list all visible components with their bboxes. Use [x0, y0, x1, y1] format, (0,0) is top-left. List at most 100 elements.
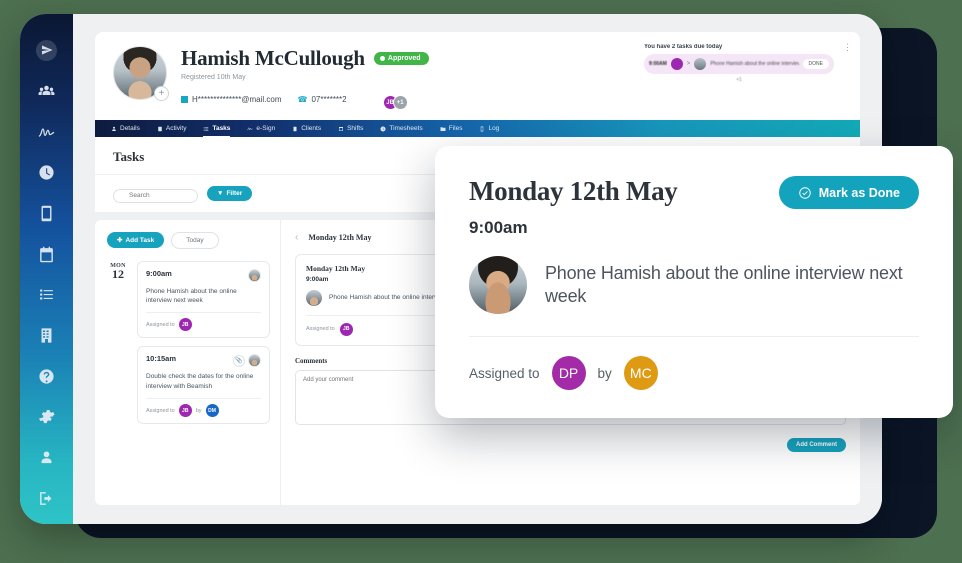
sidebar-item-signature[interactable] — [32, 117, 62, 147]
avatar-add-icon[interactable]: + — [154, 86, 169, 101]
activity-icon — [158, 126, 162, 131]
tasks-title: Tasks — [113, 148, 145, 164]
phone-row[interactable]: ☎ 07*******2 — [298, 95, 347, 104]
nav-tabs: Details Activity Tasks e-Sign Clients Sh… — [95, 120, 860, 137]
tab-details[interactable]: Details — [111, 120, 140, 137]
modal-header: Monday 12th May Mark as Done — [469, 176, 919, 209]
tab-label: Timesheets — [389, 125, 423, 132]
tasks-icon — [204, 126, 209, 131]
email-row[interactable]: H**************@mail.com — [181, 95, 282, 104]
task-cards: 9:00am Phone Hamish about the online int… — [137, 260, 270, 425]
sidebar-item-calendar[interactable] — [32, 239, 62, 269]
avatar-overflow[interactable]: +1 — [392, 95, 408, 110]
sidebar-item-account[interactable] — [32, 443, 62, 473]
sidebar-item-list[interactable] — [32, 280, 62, 310]
date-nav-title: Monday 12th May — [308, 232, 372, 242]
envelope-icon — [181, 96, 188, 103]
tab-label: e-Sign — [256, 125, 276, 132]
sidebar-item-mobile[interactable] — [32, 199, 62, 229]
tab-label: Details — [120, 125, 140, 132]
tab-shifts[interactable]: Shifts — [338, 120, 363, 137]
notification-done-button[interactable]: DONE — [802, 59, 829, 69]
user-icon — [112, 126, 116, 131]
assignee-avatar[interactable]: DP — [551, 356, 586, 390]
sidebar-item-help[interactable] — [32, 361, 62, 391]
today-button[interactable]: Today — [171, 231, 219, 249]
tab-activity[interactable]: Activity — [157, 120, 187, 137]
notification-title: You have 2 tasks due today — [644, 44, 723, 50]
search-input[interactable] — [113, 188, 198, 203]
task-card[interactable]: 10:15am 📎 Double check the dates for the… — [137, 346, 270, 425]
status-badge-label: Approved — [387, 55, 421, 62]
sidebar-item-users[interactable] — [32, 77, 62, 107]
page-title: Hamish McCullough — [181, 46, 365, 70]
tab-label: Log — [488, 125, 500, 132]
notification-more[interactable]: +1 — [644, 77, 834, 83]
task-card-icons: 📎 — [233, 354, 261, 368]
task-card[interactable]: 9:00am Phone Hamish about the online int… — [137, 260, 270, 339]
author-avatar[interactable]: MC — [623, 356, 658, 390]
task-detail-modal: Monday 12th May Mark as Done 9:00am Phon… — [435, 146, 953, 418]
assignee-avatar[interactable]: JB — [178, 318, 192, 332]
plus-icon: ✚ — [117, 237, 123, 244]
task-card-footer: Assigned to JB — [146, 312, 261, 332]
profile-avatar-group: JB +1 — [382, 95, 408, 110]
author-avatar[interactable]: DM — [205, 404, 219, 418]
tab-clients[interactable]: Clients — [292, 120, 321, 137]
tab-label: Tasks — [212, 125, 231, 132]
phone-value: 07*******2 — [311, 95, 347, 104]
profile-avatar[interactable]: + — [113, 46, 169, 101]
modal-title: Monday 12th May — [469, 176, 678, 206]
kebab-menu-icon[interactable]: ⋮ — [843, 43, 852, 52]
assignee-avatar[interactable]: JB — [178, 404, 192, 418]
tab-files[interactable]: Files — [440, 120, 463, 137]
tab-timesheets[interactable]: Timesheets — [380, 120, 423, 137]
task-text: Phone Hamish about the online interview … — [146, 287, 237, 304]
task-time: 9:00am — [146, 268, 172, 278]
tab-label: Files — [448, 125, 463, 132]
task-card-header: 9:00am — [146, 268, 261, 282]
notification-item[interactable]: 9:00AM > Phone Hamish about the online i… — [644, 54, 834, 74]
modal-body: Phone Hamish about the online interview … — [469, 256, 919, 314]
check-circle-icon — [799, 186, 811, 199]
by-label: by — [597, 365, 612, 381]
add-comment-button[interactable]: Add Comment — [787, 437, 846, 452]
notification-text: Phone Hamish about the online interview.… — [710, 61, 799, 67]
task-text: Double check the dates for the online in… — [146, 373, 254, 390]
attachment-icon[interactable]: 📎 — [233, 354, 245, 367]
logo-icon[interactable] — [36, 40, 57, 61]
sidebar-item-settings[interactable] — [32, 402, 62, 432]
add-task-button[interactable]: ✚ Add Task — [107, 232, 165, 248]
tab-log[interactable]: Log — [479, 120, 499, 137]
mark-as-done-button[interactable]: Mark as Done — [778, 176, 919, 209]
chevron-right-icon: > — [686, 61, 691, 67]
clients-icon — [293, 126, 297, 131]
assigned-label: Assigned to — [146, 321, 175, 328]
day-group: MON 12 9:00am Phone Hamish about the onl… — [107, 260, 270, 425]
signature-icon — [247, 126, 254, 130]
sidebar — [20, 14, 73, 524]
tab-label: Activity — [165, 125, 187, 132]
sidebar-item-building[interactable] — [32, 321, 62, 351]
status-badge: Approved — [373, 52, 429, 65]
sidebar-item-clock[interactable] — [32, 158, 62, 188]
tab-tasks[interactable]: Tasks — [203, 120, 230, 137]
avatar — [694, 58, 707, 70]
task-card-icons — [248, 268, 261, 282]
tab-esign[interactable]: e-Sign — [247, 120, 275, 137]
filter-button[interactable]: ▼ Filter — [207, 185, 253, 201]
avatar — [248, 268, 261, 282]
sidebar-item-logout[interactable] — [32, 483, 62, 513]
profile-card: + Hamish McCullough Approved Registered … — [95, 32, 860, 120]
avatar — [670, 58, 683, 70]
modal-task-text: Phone Hamish about the online interview … — [545, 262, 903, 306]
assignee-avatar[interactable]: JB — [339, 322, 353, 336]
check-icon — [379, 56, 385, 61]
day-marker: MON 12 — [107, 261, 129, 425]
task-card-footer: Assigned to JB by DM — [146, 398, 261, 418]
log-icon — [481, 126, 484, 131]
modal-time: 9:00am — [469, 218, 528, 237]
avatar — [469, 256, 527, 314]
prev-day-icon[interactable]: ‹ — [295, 232, 298, 243]
phone-icon: ☎ — [297, 95, 308, 104]
